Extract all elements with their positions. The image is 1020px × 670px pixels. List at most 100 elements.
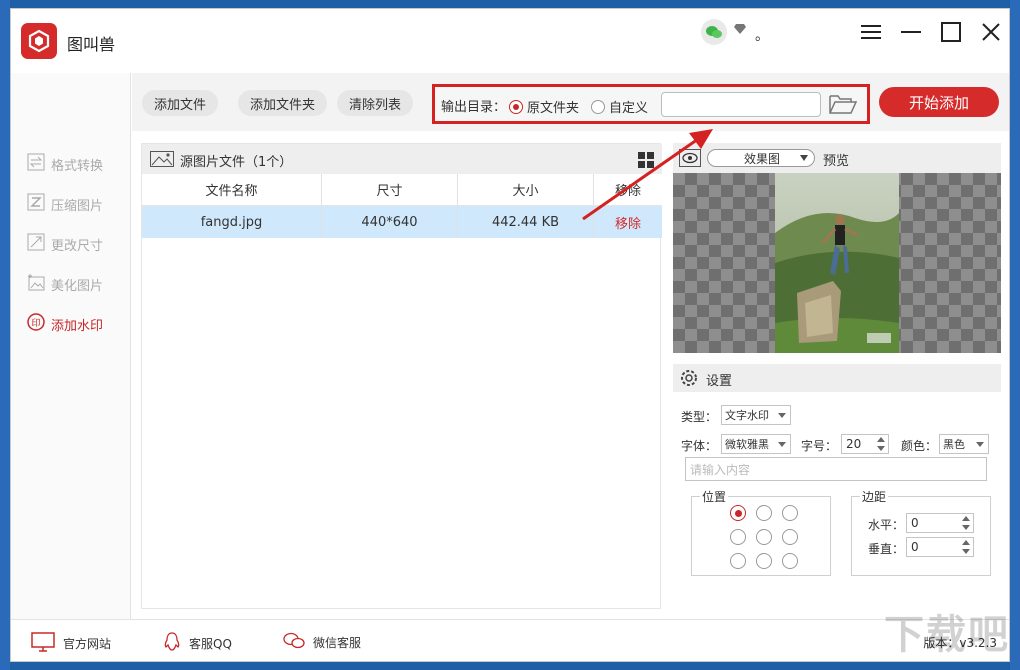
watermark-type-value: 文字水印 (725, 409, 769, 422)
color-value: 黑色 (943, 438, 965, 451)
stepper-down-icon[interactable] (962, 549, 970, 554)
position-bottom-center[interactable] (756, 553, 772, 569)
font-label: 字体： (681, 439, 718, 453)
radio-original-folder[interactable]: 原文件夹 (509, 97, 579, 116)
maximize-icon[interactable] (939, 21, 963, 43)
radio-label: 原文件夹 (527, 101, 580, 116)
stepper-up-icon[interactable] (877, 437, 885, 442)
position-middle-left[interactable] (730, 529, 746, 545)
position-bottom-left[interactable] (730, 553, 746, 569)
callout-arrow-icon (582, 129, 713, 221)
minimize-icon[interactable] (899, 21, 923, 43)
column-header-dimensions: 尺寸 (322, 174, 458, 205)
app-window: 图叫兽 。 格式转换 压缩图片 更改尺寸 美化图片 印 添加水印 添加文件 添加… (10, 8, 1010, 662)
type-label: 类型： (681, 410, 718, 424)
position-label: 位置 (700, 488, 729, 505)
menu-icon[interactable] (859, 21, 883, 43)
position-middle-right[interactable] (782, 529, 798, 545)
sidebar-item-label: 添加水印 (51, 318, 104, 334)
sidebar-item-beautify[interactable]: 美化图片 (27, 273, 103, 295)
position-bottom-right[interactable] (782, 553, 798, 569)
resize-icon (27, 233, 45, 255)
position-center[interactable] (756, 529, 772, 545)
color-label: 颜色： (901, 439, 938, 453)
app-title: 图叫兽 (67, 35, 116, 54)
sidebar: 格式转换 压缩图片 更改尺寸 美化图片 印 添加水印 (11, 73, 131, 619)
start-add-button[interactable]: 开始添加 (879, 87, 999, 117)
font-value: 微软雅黑 (725, 438, 769, 451)
add-folder-button[interactable]: 添加文件夹 (238, 90, 328, 116)
support-wechat-link[interactable]: 微信客服 (283, 632, 361, 653)
chevron-down-icon (778, 442, 786, 447)
file-panel-title: 源图片文件（1个） (180, 155, 293, 170)
support-qq-link[interactable]: 客服QQ (163, 632, 232, 655)
chevron-down-icon (976, 442, 984, 447)
font-size-stepper[interactable]: 20 (841, 434, 889, 454)
vertical-margin-stepper[interactable]: 0 (906, 537, 974, 557)
title-bar: 图叫兽 。 (11, 9, 1009, 73)
output-path-input[interactable] (661, 92, 821, 117)
radio-unselected-icon (591, 99, 605, 114)
stepper-down-icon[interactable] (962, 525, 970, 530)
horizontal-margin-value: 0 (911, 516, 919, 530)
beautify-icon (27, 273, 45, 295)
desktop-edge-right (1010, 0, 1020, 670)
folder-open-icon[interactable] (829, 93, 858, 119)
chevron-down-icon (778, 413, 786, 418)
desktop-edge-left (0, 0, 10, 670)
horizontal-label: 水平： (868, 518, 905, 532)
settings-title: 设置 (706, 374, 733, 389)
column-header-name: 文件名称 (142, 174, 322, 205)
watermark-content-input[interactable]: 请输入内容 (685, 457, 987, 481)
wechat-login-icon[interactable] (701, 19, 727, 45)
site-watermark: 下载吧 (884, 612, 1010, 658)
stamp-icon: 印 (27, 313, 45, 335)
preview-mode-value: 效果图 (744, 151, 781, 166)
radio-label: 自定义 (609, 101, 649, 116)
clear-list-button[interactable]: 清除列表 (337, 90, 414, 116)
preview-photo (775, 173, 899, 353)
preview-mode-select[interactable]: 效果图 (707, 149, 815, 167)
official-website-label: 官方网站 (63, 637, 112, 651)
watermark-type-select[interactable]: 文字水印 (721, 405, 791, 425)
position-top-center[interactable] (756, 505, 772, 521)
file-name: fangd.jpg (142, 206, 322, 238)
stepper-down-icon[interactable] (877, 446, 885, 451)
add-file-button[interactable]: 添加文件 (142, 90, 219, 116)
sidebar-item-format-convert[interactable]: 格式转换 (27, 153, 103, 175)
sidebar-item-resize[interactable]: 更改尺寸 (27, 233, 103, 255)
stepper-up-icon[interactable] (962, 540, 970, 545)
wechat-icon (283, 632, 305, 653)
horizontal-margin-stepper[interactable]: 0 (906, 513, 974, 533)
radio-custom-folder[interactable]: 自定义 (591, 97, 648, 116)
image-icon (150, 151, 174, 171)
radio-selected-icon (509, 99, 523, 114)
font-select[interactable]: 微软雅黑 (721, 434, 791, 454)
vertical-label: 垂直： (868, 542, 905, 556)
vertical-margin-value: 0 (911, 540, 919, 554)
close-icon[interactable] (979, 21, 1003, 43)
margin-label: 边距 (860, 488, 889, 505)
output-directory-group: 输出目录： 原文件夹 自定义 (432, 84, 870, 124)
font-size-label: 字号： (801, 439, 838, 453)
swap-icon (27, 153, 45, 175)
support-qq-label: 客服QQ (189, 637, 232, 651)
sidebar-item-label: 更改尺寸 (51, 238, 104, 254)
sidebar-item-add-watermark[interactable]: 印 添加水印 (27, 313, 103, 335)
settings-header: 设置 (673, 364, 1001, 392)
sidebar-item-label: 压缩图片 (51, 198, 104, 214)
preview-label: 预览 (823, 154, 850, 169)
official-website-link[interactable]: 官方网站 (31, 632, 111, 655)
font-size-value: 20 (846, 437, 862, 451)
color-select[interactable]: 黑色 (939, 434, 989, 454)
svg-text:印: 印 (31, 317, 40, 329)
vip-diamond-icon[interactable] (733, 23, 747, 39)
position-top-left[interactable] (730, 505, 746, 521)
qq-icon (163, 632, 181, 655)
sidebar-item-label: 美化图片 (51, 278, 104, 294)
position-group: 位置 (691, 488, 831, 576)
position-top-right[interactable] (782, 505, 798, 521)
footer: 官方网站 客服QQ 微信客服 版本：v3.2.3 (11, 619, 1009, 661)
stepper-up-icon[interactable] (962, 516, 970, 521)
sidebar-item-compress[interactable]: 压缩图片 (27, 193, 103, 215)
